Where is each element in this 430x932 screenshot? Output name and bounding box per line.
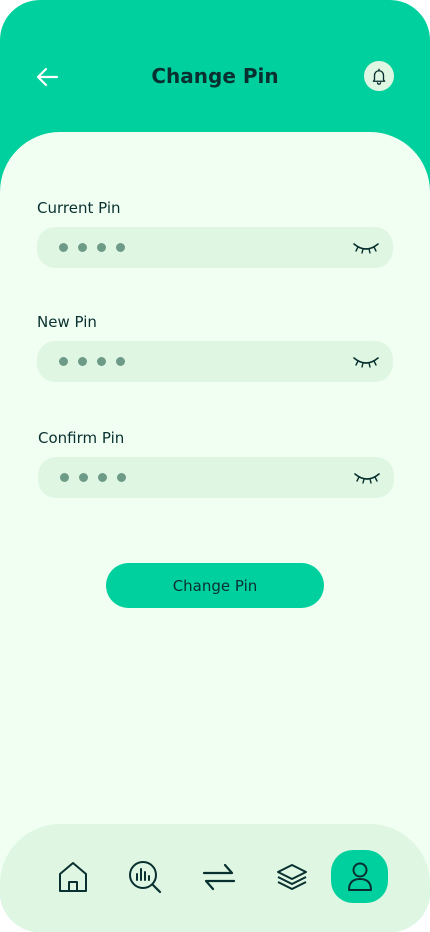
notification-button[interactable] xyxy=(364,61,394,91)
pin-dot xyxy=(79,473,88,482)
pin-dot xyxy=(97,243,106,252)
layers-icon xyxy=(276,863,307,890)
transfer-icon xyxy=(202,863,235,890)
eye-closed-icon[interactable] xyxy=(354,468,380,486)
pin-dot xyxy=(116,357,125,366)
pin-dot xyxy=(78,243,87,252)
nav-profile[interactable] xyxy=(331,850,388,903)
content-panel: Current Pin New Pin Confirm Pin Change P… xyxy=(0,132,430,932)
bell-icon xyxy=(372,68,386,85)
nav-analysis[interactable] xyxy=(116,850,173,903)
pin-dot xyxy=(78,357,87,366)
nav-categories[interactable] xyxy=(263,850,320,903)
current-pin-input[interactable] xyxy=(37,227,393,268)
bottom-nav xyxy=(0,824,430,932)
analysis-icon xyxy=(128,860,161,893)
nav-transactions[interactable] xyxy=(190,850,247,903)
nav-home[interactable] xyxy=(44,850,101,903)
pin-dot xyxy=(98,473,107,482)
confirm-pin-input[interactable] xyxy=(38,457,394,498)
pin-dot xyxy=(59,357,68,366)
phone-screen: Change Pin Current Pin New Pin Confirm P… xyxy=(0,0,430,932)
pin-dot xyxy=(59,243,68,252)
profile-icon xyxy=(347,862,372,891)
new-pin-input[interactable] xyxy=(37,341,393,382)
eye-closed-icon[interactable] xyxy=(353,352,379,370)
pin-dot xyxy=(60,473,69,482)
home-icon xyxy=(58,861,87,892)
eye-closed-icon[interactable] xyxy=(353,238,379,256)
pin-dot xyxy=(97,357,106,366)
pin-dot xyxy=(117,473,126,482)
change-pin-button[interactable]: Change Pin xyxy=(106,563,324,608)
new-pin-label: New Pin xyxy=(37,313,97,331)
confirm-pin-label: Confirm Pin xyxy=(38,429,125,447)
current-pin-label: Current Pin xyxy=(37,199,121,217)
pin-dot xyxy=(116,243,125,252)
header: Change Pin xyxy=(0,0,430,150)
